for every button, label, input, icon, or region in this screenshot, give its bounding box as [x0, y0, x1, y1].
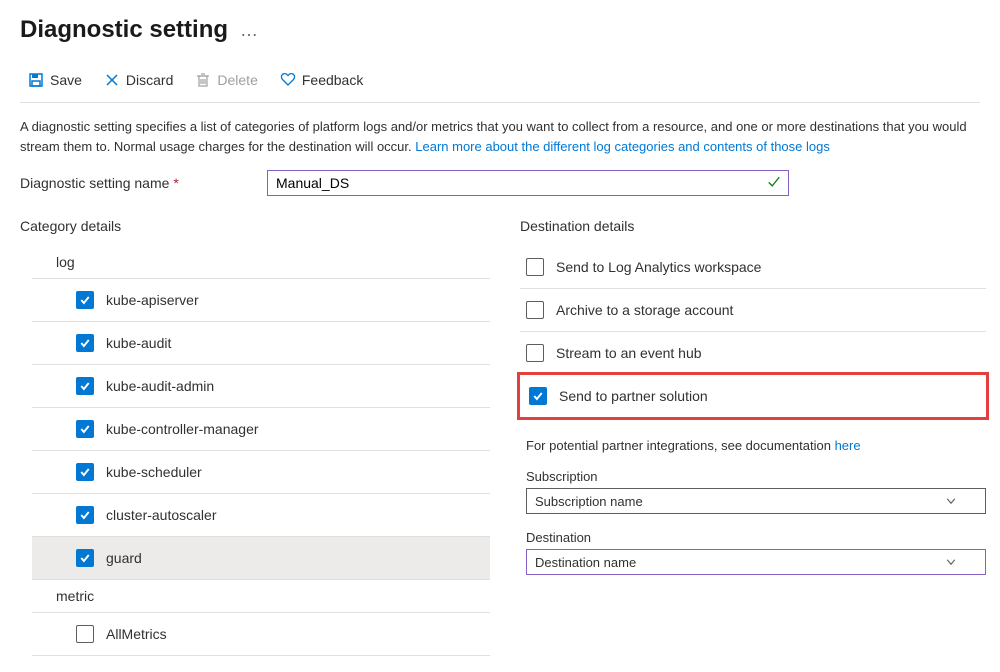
category-label: kube-apiserver	[106, 292, 199, 308]
category-label: kube-audit-admin	[106, 378, 214, 394]
category-label: guard	[106, 550, 142, 566]
heart-icon	[280, 72, 296, 88]
checkbox[interactable]	[76, 334, 94, 352]
destination-label: Destination	[526, 530, 986, 545]
category-label: cluster-autoscaler	[106, 507, 217, 523]
checkmark-icon	[767, 175, 781, 192]
chevron-down-icon	[945, 495, 957, 507]
category-row-kube-audit[interactable]: kube-audit	[32, 322, 490, 365]
feedback-button[interactable]: Feedback	[272, 68, 371, 92]
destination-label: Send to partner solution	[559, 388, 708, 404]
subscription-label: Subscription	[526, 469, 986, 484]
discard-button[interactable]: Discard	[96, 68, 181, 92]
save-icon	[28, 72, 44, 88]
category-label: AllMetrics	[106, 626, 167, 642]
checkbox[interactable]	[526, 344, 544, 362]
category-row-kube-scheduler[interactable]: kube-scheduler	[32, 451, 490, 494]
subscription-select[interactable]: Subscription name	[526, 488, 986, 514]
category-row-kube-apiserver[interactable]: kube-apiserver	[32, 279, 490, 322]
destination-label: Send to Log Analytics workspace	[556, 259, 761, 275]
close-icon	[104, 72, 120, 88]
category-label: kube-scheduler	[106, 464, 202, 480]
destination-select[interactable]: Destination name	[526, 549, 986, 575]
category-group-log: log	[32, 246, 490, 279]
trash-icon	[195, 72, 211, 88]
category-row-kube-controller-manager[interactable]: kube-controller-manager	[32, 408, 490, 451]
checkbox[interactable]	[76, 420, 94, 438]
category-row-kube-audit-admin[interactable]: kube-audit-admin	[32, 365, 490, 408]
checkbox[interactable]	[76, 625, 94, 643]
learn-more-link[interactable]: Learn more about the different log categ…	[415, 139, 830, 154]
chevron-down-icon	[945, 556, 957, 568]
category-details-title: Category details	[20, 218, 490, 234]
checkbox[interactable]	[76, 291, 94, 309]
required-asterisk: *	[173, 175, 178, 191]
destination-row[interactable]: Send to partner solution	[517, 372, 989, 420]
destination-details-title: Destination details	[520, 218, 986, 234]
description-text: A diagnostic setting specifies a list of…	[20, 117, 980, 156]
name-field-row: Diagnostic setting name *	[20, 170, 980, 196]
page-title: Diagnostic setting	[20, 16, 228, 44]
setting-name-input[interactable]	[267, 170, 789, 196]
checkbox[interactable]	[76, 506, 94, 524]
partner-doc-link[interactable]: here	[835, 438, 861, 453]
checkbox[interactable]	[529, 387, 547, 405]
category-row-guard[interactable]: guard	[32, 537, 490, 580]
checkbox[interactable]	[526, 258, 544, 276]
destination-label: Archive to a storage account	[556, 302, 733, 318]
category-label: kube-controller-manager	[106, 421, 259, 437]
destination-label: Stream to an event hub	[556, 345, 702, 361]
partner-note: For potential partner integrations, see …	[526, 438, 986, 453]
toolbar: Save Discard Delete Feedback	[20, 68, 980, 103]
name-label: Diagnostic setting name *	[20, 175, 255, 191]
category-label: kube-audit	[106, 335, 171, 351]
destination-row[interactable]: Stream to an event hub	[520, 332, 986, 375]
category-group-metric: metric	[32, 580, 490, 613]
category-row-AllMetrics[interactable]: AllMetrics	[32, 613, 490, 656]
checkbox[interactable]	[76, 549, 94, 567]
save-button[interactable]: Save	[20, 68, 90, 92]
category-row-cluster-autoscaler[interactable]: cluster-autoscaler	[32, 494, 490, 537]
checkbox[interactable]	[76, 377, 94, 395]
checkbox[interactable]	[76, 463, 94, 481]
destination-row[interactable]: Archive to a storage account	[520, 289, 986, 332]
page-header: Diagnostic setting …	[20, 16, 980, 44]
more-icon[interactable]: …	[240, 20, 258, 41]
delete-button: Delete	[187, 68, 265, 92]
destination-row[interactable]: Send to Log Analytics workspace	[520, 246, 986, 289]
checkbox[interactable]	[526, 301, 544, 319]
